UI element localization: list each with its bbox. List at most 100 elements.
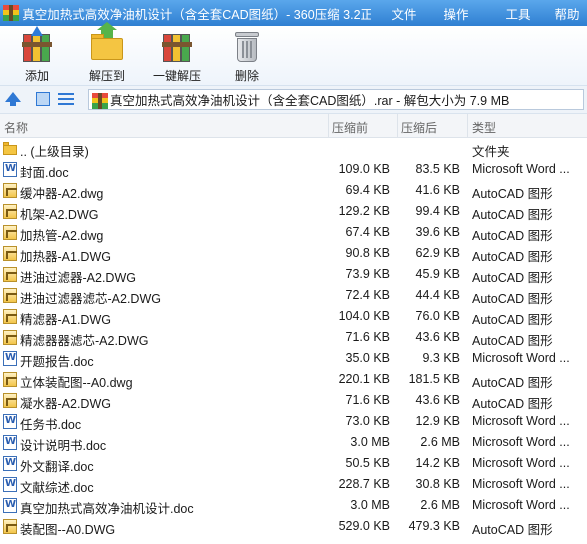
file-row[interactable]: 缓冲器-A2.dwg 69.4 KB 41.6 KB AutoCAD 图形 <box>0 180 587 201</box>
file-size: 104.0 KB <box>338 309 390 323</box>
menu-help[interactable]: 帮助 <box>547 4 587 23</box>
column-compressed[interactable]: 压缩前 <box>332 119 368 136</box>
file-name: 真空加热式高效净油机设计.doc <box>20 502 194 516</box>
file-packed-size: 181.5 KB <box>408 372 460 386</box>
file-packed-size: 479.3 KB <box>408 519 460 533</box>
file-packed-size: 99.4 KB <box>415 204 460 218</box>
file-row[interactable]: 凝水器-A2.DWG 71.6 KB 43.6 KB AutoCAD 图形 <box>0 390 587 411</box>
file-list: .. (上级目录) 文件夹封面.doc 109.0 KB 83.5 KB Microso… <box>0 138 587 537</box>
file-packed-size: 12.9 KB <box>415 414 460 428</box>
file-packed-size: 43.6 KB <box>415 330 460 344</box>
delete-button[interactable]: 删除 <box>224 28 270 84</box>
file-name: 加热器-A1.DWG <box>20 250 111 264</box>
file-name: 缓冲器-A2.dwg <box>20 187 104 201</box>
file-row[interactable]: 机架-A2.DWG 129.2 KB 99.4 KB AutoCAD 图形 <box>0 201 587 222</box>
file-type: Microsoft Word ... <box>472 435 570 449</box>
file-row[interactable]: 任务书.doc 73.0 KB 12.9 KB Microsoft Word ... <box>0 411 587 432</box>
menu-operations[interactable]: 操作 <box>436 4 476 23</box>
file-size: 109.0 KB <box>338 162 390 176</box>
menu-bar: 文件 操作 工具 帮助 <box>371 4 587 23</box>
file-row[interactable]: 加热管-A2.dwg 67.4 KB 39.6 KB AutoCAD 图形 <box>0 222 587 243</box>
folder-icon <box>3 141 17 156</box>
archive-icon <box>92 92 108 109</box>
file-type: Microsoft Word ... <box>472 477 570 491</box>
archive-path-field[interactable]: 真空加热式高效净油机设计（含全套CAD图纸）.rar - 解包大小为 7.9 M… <box>88 89 584 110</box>
file-packed-size: 9.3 KB <box>422 351 460 365</box>
file-size: 50.5 KB <box>345 456 390 470</box>
file-size: 73.9 KB <box>345 267 390 281</box>
list-view-icon[interactable] <box>58 92 74 106</box>
column-type[interactable]: 类型 <box>472 119 496 136</box>
file-size: 129.2 KB <box>338 204 390 218</box>
extract-to-button[interactable]: 解压到 <box>84 22 130 84</box>
file-packed-size: 14.2 KB <box>415 456 460 470</box>
file-row[interactable]: 真空加热式高效净油机设计.doc 3.0 MB 2.6 MB Microsoft Wo… <box>0 495 587 516</box>
file-name: 封面.doc <box>20 166 69 180</box>
file-type: Microsoft Word ... <box>472 414 570 428</box>
file-type: AutoCAD 图形 <box>472 397 553 411</box>
file-size: 529.0 KB <box>338 519 390 533</box>
file-row[interactable]: 精滤器-A1.DWG 104.0 KB 76.0 KB AutoCAD 图形 <box>0 306 587 327</box>
extract-to-label: 解压到 <box>88 69 125 83</box>
dwg-file-icon <box>3 393 17 408</box>
file-type: AutoCAD 图形 <box>472 523 553 537</box>
file-row[interactable]: 进油过滤器滤芯-A2.DWG 72.4 KB 44.4 KB AutoCAD 图形 <box>0 285 587 306</box>
file-packed-size: 45.9 KB <box>415 267 460 281</box>
file-size: 72.4 KB <box>345 288 390 302</box>
file-row[interactable]: 精滤器器滤芯-A2.DWG 71.6 KB 43.6 KB AutoCAD 图形 <box>0 327 587 348</box>
file-name: 文献综述.doc <box>20 481 94 495</box>
add-button[interactable]: 添加 <box>14 26 60 84</box>
file-row[interactable]: 外文翻译.doc 50.5 KB 14.2 KB Microsoft Word ... <box>0 453 587 474</box>
file-packed-size: 76.0 KB <box>415 309 460 323</box>
thumbnail-view-icon[interactable] <box>36 92 50 106</box>
file-name: .. (上级目录) <box>20 145 89 159</box>
file-type: Microsoft Word ... <box>472 456 570 470</box>
title-bar: 真空加热式高效净油机设计（含全套CAD图纸）- 360压缩 3.2正式版 文件 … <box>0 0 587 26</box>
dwg-file-icon <box>3 246 17 261</box>
file-row[interactable]: 开题报告.doc 35.0 KB 9.3 KB Microsoft Word ... <box>0 348 587 369</box>
file-name: 加热管-A2.dwg <box>20 229 104 243</box>
file-packed-size: 44.4 KB <box>415 288 460 302</box>
menu-file[interactable]: 文件 <box>384 4 424 23</box>
file-name: 机架-A2.DWG <box>20 208 99 222</box>
one-click-extract-button[interactable]: 一键解压 <box>150 28 204 84</box>
file-size: 3.0 MB <box>350 498 390 512</box>
file-row[interactable]: 文献综述.doc 228.7 KB 30.8 KB Microsoft Word ..… <box>0 474 587 495</box>
column-packed[interactable]: 压缩后 <box>401 119 437 136</box>
file-size: 228.7 KB <box>338 477 390 491</box>
dwg-file-icon <box>3 309 17 324</box>
up-arrow-stem[interactable] <box>10 101 16 106</box>
file-row[interactable]: .. (上级目录) 文件夹 <box>0 138 587 159</box>
word-doc-icon <box>3 456 17 471</box>
file-row[interactable]: 封面.doc 109.0 KB 83.5 KB Microsoft Word ... <box>0 159 587 180</box>
dwg-file-icon <box>3 267 17 282</box>
file-name: 进油过滤器-A2.DWG <box>20 271 136 285</box>
menu-tools[interactable]: 工具 <box>498 4 538 23</box>
file-packed-size: 62.9 KB <box>415 246 460 260</box>
column-header: 名称 压缩前 压缩后 类型 <box>0 114 587 138</box>
file-row[interactable]: 加热器-A1.DWG 90.8 KB 62.9 KB AutoCAD 图形 <box>0 243 587 264</box>
window-title: 真空加热式高效净油机设计（含全套CAD图纸）- 360压缩 3.2正式版 <box>22 7 371 22</box>
word-doc-icon <box>3 498 17 513</box>
file-packed-size: 41.6 KB <box>415 183 460 197</box>
file-row[interactable]: 进油过滤器-A2.DWG 73.9 KB 45.9 KB AutoCAD 图形 <box>0 264 587 285</box>
file-type: Microsoft Word ... <box>472 162 570 176</box>
file-row[interactable]: 装配图--A0.DWG 529.0 KB 479.3 KB AutoCAD 图形 <box>0 516 587 537</box>
file-name: 立体装配图--A0.dwg <box>20 376 133 390</box>
file-type: 文件夹 <box>472 145 510 159</box>
word-doc-icon <box>3 477 17 492</box>
file-type: AutoCAD 图形 <box>472 292 553 306</box>
file-type: AutoCAD 图形 <box>472 313 553 327</box>
file-type: AutoCAD 图形 <box>472 271 553 285</box>
dwg-file-icon <box>3 330 17 345</box>
file-type: AutoCAD 图形 <box>472 250 553 264</box>
toolbar: 添加 解压到 一键解压 删除 <box>0 22 587 86</box>
file-packed-size: 43.6 KB <box>415 393 460 407</box>
column-name[interactable]: 名称 <box>4 119 28 136</box>
one-click-extract-icon <box>159 28 195 64</box>
address-bar: 真空加热式高效净油机设计（含全套CAD图纸）.rar - 解包大小为 7.9 M… <box>0 86 587 114</box>
file-name: 任务书.doc <box>20 418 82 432</box>
file-row[interactable]: 立体装配图--A0.dwg 220.1 KB 181.5 KB AutoCAD 图形 <box>0 369 587 390</box>
file-name: 精滤器-A1.DWG <box>20 313 111 327</box>
file-row[interactable]: 设计说明书.doc 3.0 MB 2.6 MB Microsoft Word ... <box>0 432 587 453</box>
